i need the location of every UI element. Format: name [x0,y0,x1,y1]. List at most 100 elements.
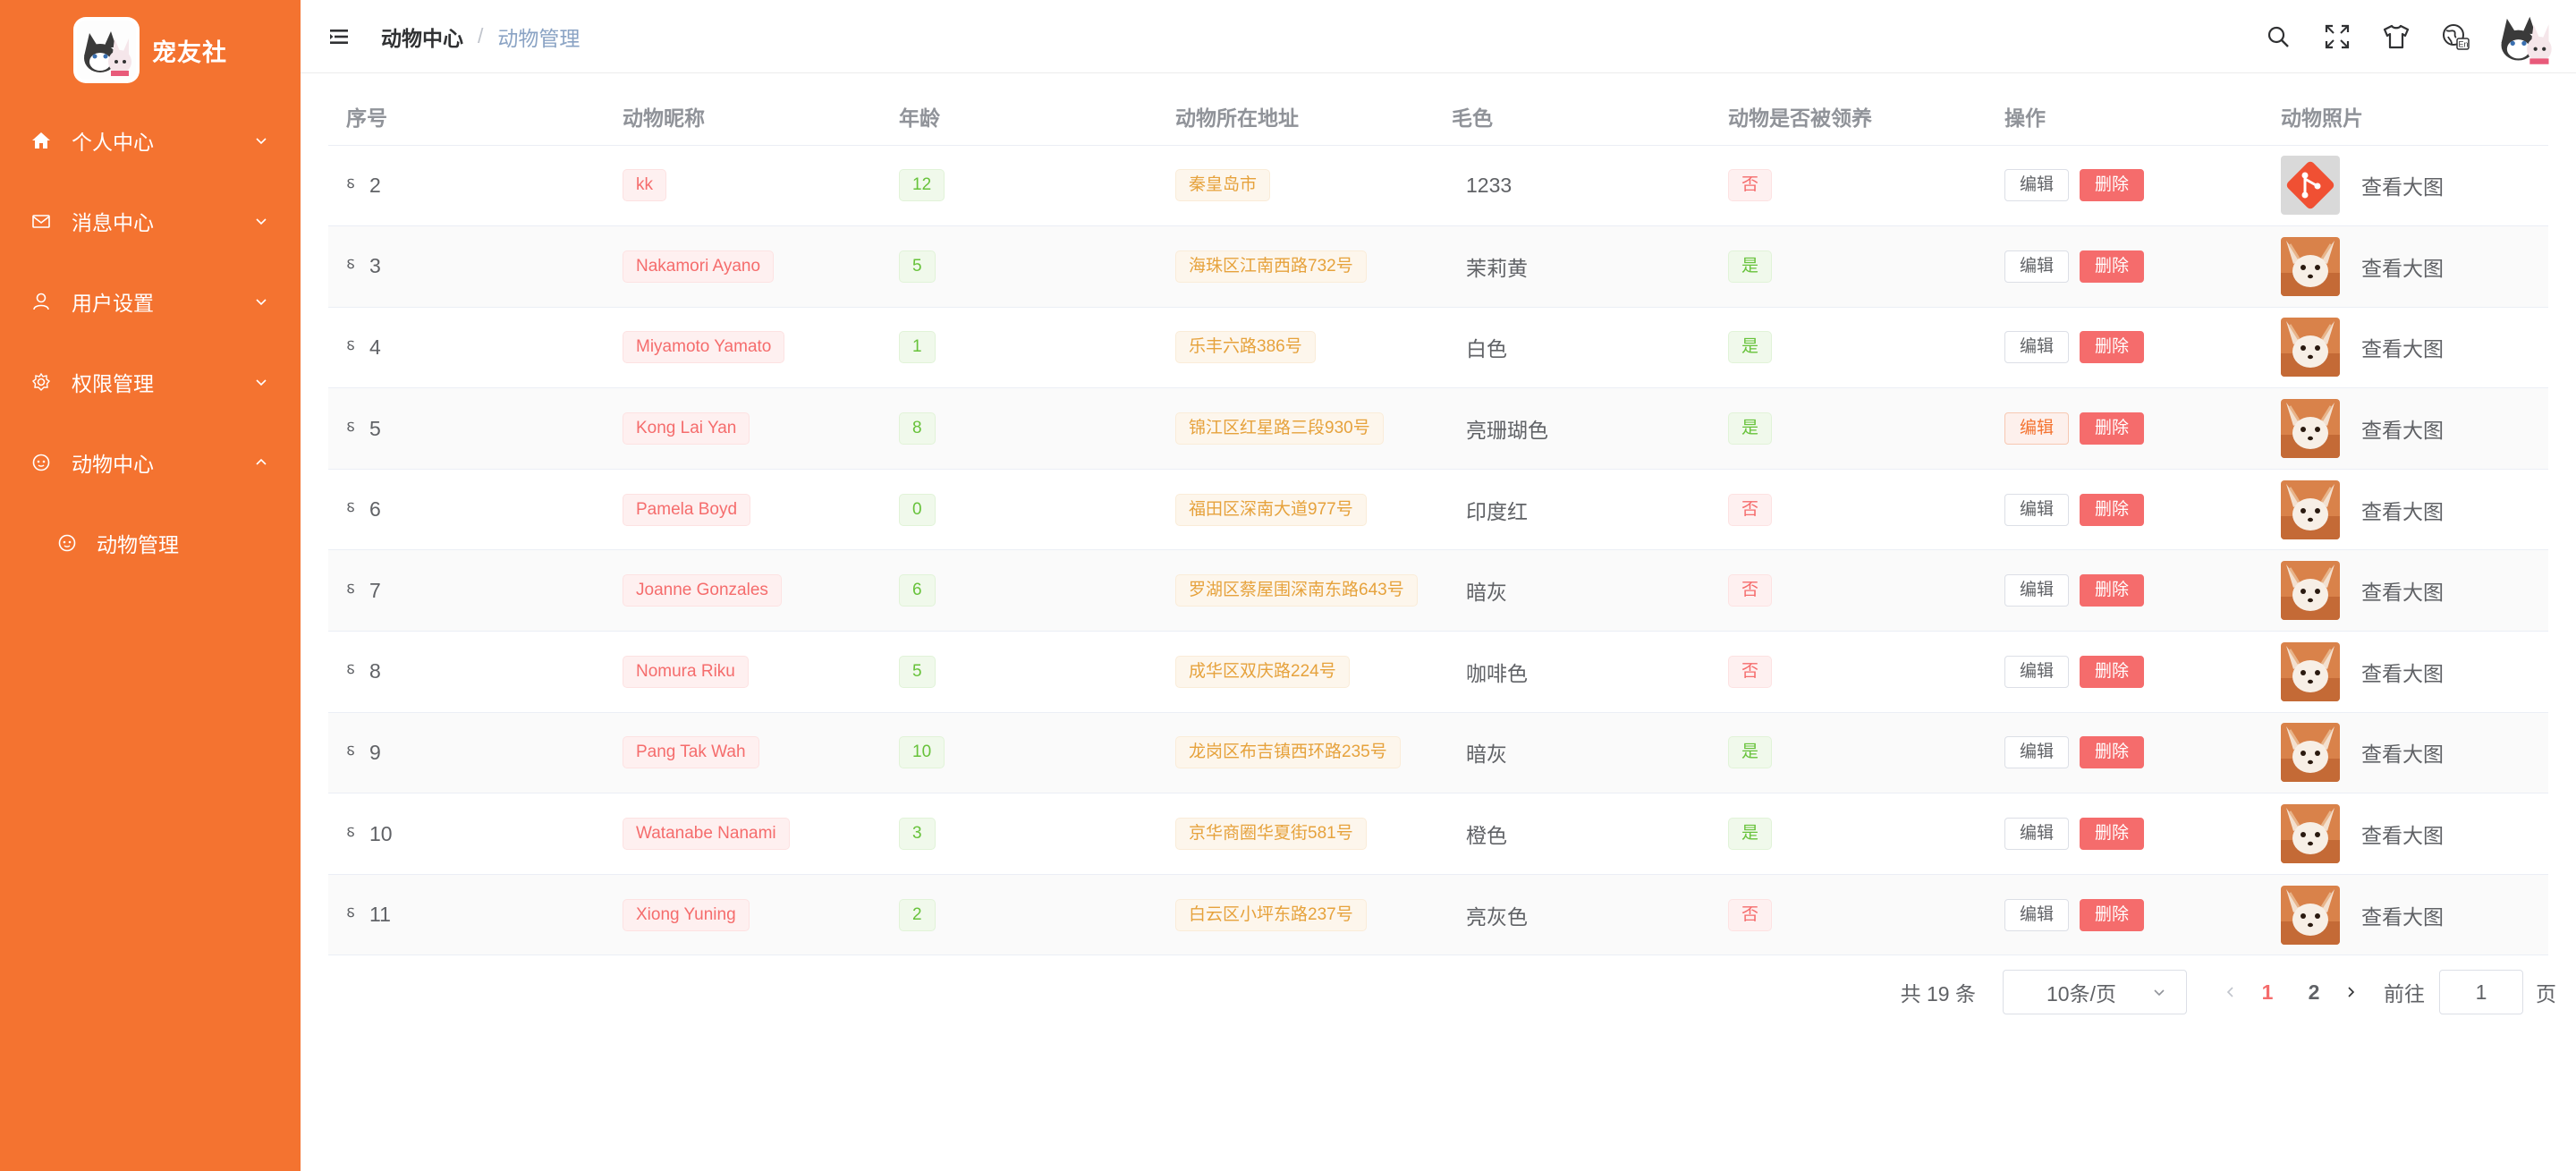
sidebar-item-permissions[interactable]: 权限管理 [0,342,301,422]
next-page-button[interactable] [2337,970,2364,1014]
delete-button[interactable]: 删除 [2080,736,2145,769]
photo-cell: 查看大图 [2281,156,2548,216]
cell-index: ⸹ 2 [328,145,605,227]
cell-nickname: Pang Tak Wah [605,712,881,794]
sidebar-item-message-center[interactable]: 消息中心 [0,181,301,261]
drag-handle-icon[interactable]: ⸹ [346,497,359,522]
drag-handle-icon[interactable]: ⸹ [346,903,359,927]
view-large-image-link[interactable]: 查看大图 [2361,170,2444,200]
delete-button[interactable]: 删除 [2080,169,2145,202]
animal-photo-thumbnail[interactable] [2281,561,2340,621]
view-large-image-link[interactable]: 查看大图 [2361,819,2444,849]
table-header-row: 序号 动物昵称 年龄 动物所在地址 毛色 动物是否被领养 操作 动物照片 [328,88,2548,146]
view-large-image-link[interactable]: 查看大图 [2361,251,2444,282]
cell-adopted: 是 [1710,793,1987,875]
view-large-image-link[interactable]: 查看大图 [2361,495,2444,525]
delete-button[interactable]: 删除 [2080,898,2145,931]
fullscreen-icon[interactable] [2308,0,2367,73]
edit-button[interactable]: 编辑 [2004,250,2070,283]
search-icon[interactable] [2249,0,2308,73]
view-large-image-link[interactable]: 查看大图 [2361,575,2444,606]
adopted-status-tag: 是 [1728,331,1773,364]
edit-button[interactable]: 编辑 [2004,818,2070,851]
prev-page-button[interactable] [2217,970,2244,1014]
drag-handle-icon[interactable]: ⸹ [346,335,359,360]
animal-photo-thumbnail[interactable] [2281,318,2340,378]
delete-button[interactable]: 删除 [2080,574,2145,607]
delete-button[interactable]: 删除 [2080,412,2145,445]
adopted-status-tag: 是 [1728,412,1773,445]
column-header-photo: 动物照片 [2263,88,2548,146]
delete-button[interactable]: 删除 [2080,250,2145,283]
view-large-image-link[interactable]: 查看大图 [2361,737,2444,768]
fur-color-text: 咖啡色 [1466,661,1528,685]
drag-handle-icon[interactable]: ⸹ [346,417,359,441]
cell-age: 8 [881,387,1157,470]
breadcrumb-separator: / [478,24,484,47]
fur-color-text: 1233 [1466,173,1513,197]
animal-photo-thumbnail[interactable] [2281,804,2340,864]
edit-button[interactable]: 编辑 [2004,331,2070,364]
breadcrumb-item-animal-center[interactable]: 动物中心 [381,21,463,52]
cell-fur-color: 亮灰色 [1434,874,1710,956]
cell-age: 12 [881,145,1157,227]
cell-photo: 查看大图 [2263,793,2548,875]
sidebar-item-user-settings[interactable]: 用户设置 [0,261,301,342]
row-id: 7 [369,578,381,602]
drag-handle-icon[interactable]: ⸹ [346,822,359,846]
page-size-value: 10条/页 [2046,982,2116,1006]
drag-handle-icon[interactable]: ⸹ [346,174,359,198]
animal-photo-thumbnail[interactable] [2281,156,2340,216]
cell-actions: 编辑 删除 [1987,225,2263,308]
page-size-select[interactable]: 10条/页 [2003,970,2187,1014]
sidebar-item-animal-center[interactable]: 动物中心 [0,422,301,503]
animal-photo-thumbnail[interactable] [2281,723,2340,783]
cell-adopted: 是 [1710,387,1987,470]
sidebar-menu: 个人中心 消息中心 用户设置 权限管理 动物中心 动物管理 [0,100,301,583]
drag-handle-icon[interactable]: ⸹ [346,741,359,765]
user-avatar[interactable] [2494,5,2556,68]
nickname-tag: Pamela Boyd [623,493,751,526]
cell-adopted: 否 [1710,469,1987,551]
cell-address: 海珠区江南西路732号 [1157,225,1434,308]
delete-button[interactable]: 删除 [2080,331,2145,364]
drag-handle-icon[interactable]: ⸹ [346,579,359,603]
page-number-1[interactable]: 1 [2244,970,2291,1014]
menu-toggle-icon[interactable] [327,25,351,48]
goto-page-input[interactable] [2439,970,2523,1014]
animal-photo-thumbnail[interactable] [2281,399,2340,459]
sidebar-item-label: 个人中心 [72,131,154,154]
view-large-image-link[interactable]: 查看大图 [2361,332,2444,362]
age-tag: 10 [899,736,945,769]
delete-button[interactable]: 删除 [2080,818,2145,851]
delete-button[interactable]: 删除 [2080,493,2145,526]
drag-handle-icon[interactable]: ⸹ [346,659,359,683]
cell-index: ⸹ 8 [328,631,605,713]
view-large-image-link[interactable]: 查看大图 [2361,900,2444,930]
cell-index: ⸹ 10 [328,793,605,875]
animal-photo-thumbnail[interactable] [2281,479,2340,539]
cell-nickname: Nakamori Ayano [605,225,881,308]
delete-button[interactable]: 删除 [2080,655,2145,688]
cell-actions: 编辑 删除 [1987,549,2263,632]
animal-photo-thumbnail[interactable] [2281,236,2340,296]
cell-adopted: 否 [1710,874,1987,956]
animal-photo-thumbnail[interactable] [2281,641,2340,701]
edit-button[interactable]: 编辑 [2004,655,2070,688]
edit-button[interactable]: 编辑 [2004,574,2070,607]
theme-shirt-icon[interactable] [2367,0,2426,73]
sidebar-item-personal-center[interactable]: 个人中心 [0,100,301,181]
edit-button[interactable]: 编辑 [2004,493,2070,526]
drag-handle-icon[interactable]: ⸹ [346,254,359,278]
view-large-image-link[interactable]: 查看大图 [2361,657,2444,687]
edit-button[interactable]: 编辑 [2004,412,2070,445]
edit-button[interactable]: 编辑 [2004,898,2070,931]
edit-button[interactable]: 编辑 [2004,736,2070,769]
view-large-image-link[interactable]: 查看大图 [2361,413,2444,444]
cell-age: 2 [881,874,1157,956]
edit-button[interactable]: 编辑 [2004,169,2070,202]
sidebar-item-animal-management[interactable]: 动物管理 [0,503,301,583]
language-icon[interactable]: En [2426,0,2485,73]
animal-photo-thumbnail[interactable] [2281,885,2340,945]
page-number-2[interactable]: 2 [2291,970,2337,1014]
